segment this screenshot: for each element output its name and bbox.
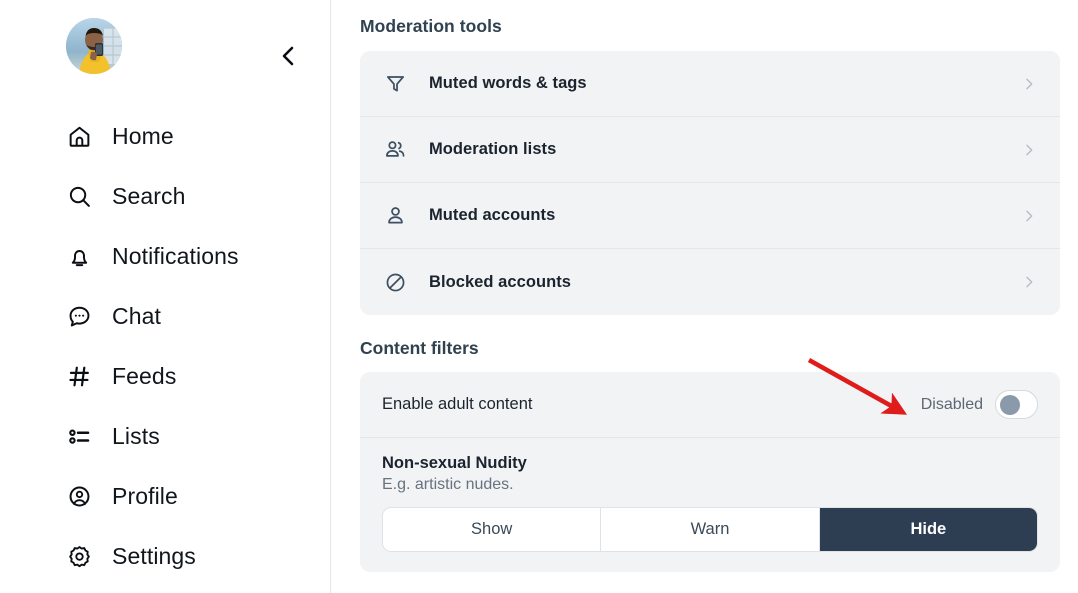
app-root: Home Search Notifications Chat Feeds Lis…	[0, 0, 1078, 593]
sidebar-item-lists[interactable]: Lists	[0, 406, 330, 466]
chevron-left-icon	[282, 46, 294, 66]
chat-bubble-icon	[66, 303, 92, 329]
nudity-option-show[interactable]: Show	[383, 508, 602, 551]
enable-adult-content-row: Enable adult content Disabled	[360, 372, 1060, 438]
bell-icon	[66, 243, 92, 269]
chevron-right-icon	[1020, 273, 1038, 291]
hashtag-icon	[66, 363, 92, 389]
sidebar-collapse-button[interactable]	[274, 42, 302, 70]
sidebar-item-notifications[interactable]: Notifications	[0, 226, 330, 286]
non-sexual-nudity-title: Non-sexual Nudity	[382, 454, 527, 472]
sidebar-item-label: Notifications	[112, 242, 239, 269]
chevron-right-icon	[1020, 75, 1038, 93]
people-icon	[382, 137, 408, 163]
moderation-row-muted-accounts[interactable]: Muted accounts	[360, 183, 1060, 249]
person-icon	[382, 203, 408, 229]
sidebar-item-chat[interactable]: Chat	[0, 286, 330, 346]
moderation-row-moderation-lists[interactable]: Moderation lists	[360, 117, 1060, 183]
sidebar-nav: Home Search Notifications Chat Feeds Lis…	[0, 106, 330, 586]
home-icon	[66, 123, 92, 149]
non-sexual-nudity-block: Non-sexual Nudity E.g. artistic nudes. S…	[360, 438, 1060, 572]
chevron-right-icon	[1020, 207, 1038, 225]
sidebar-item-label: Home	[112, 122, 174, 149]
toggle-knob	[999, 394, 1020, 415]
moderation-tools-card: Muted words & tags Moderation lists Mute…	[360, 51, 1060, 315]
non-sexual-nudity-description: E.g. artistic nudes.	[382, 476, 514, 493]
nudity-option-warn[interactable]: Warn	[601, 508, 820, 551]
moderation-tools-heading: Moderation tools	[360, 16, 502, 36]
sidebar-item-search[interactable]: Search	[0, 166, 330, 226]
moderation-row-label: Muted words & tags	[429, 74, 587, 92]
sidebar-item-label: Lists	[112, 422, 160, 449]
main-content: Moderation tools Muted words & tags Mode…	[331, 0, 1078, 593]
enable-adult-content-label: Enable adult content	[382, 395, 533, 413]
gear-icon	[66, 543, 92, 569]
content-filters-heading: Content filters	[360, 338, 479, 358]
sidebar-item-label: Chat	[112, 302, 161, 329]
nudity-visibility-segmented-control: Show Warn Hide	[382, 507, 1038, 552]
moderation-row-blocked-accounts[interactable]: Blocked accounts	[360, 249, 1060, 315]
search-icon	[66, 183, 92, 209]
sidebar-item-label: Search	[112, 182, 186, 209]
content-filters-card: Enable adult content Disabled Non-sexual…	[360, 372, 1060, 572]
moderation-row-label: Moderation lists	[429, 140, 557, 158]
sidebar-item-feeds[interactable]: Feeds	[0, 346, 330, 406]
moderation-row-label: Blocked accounts	[429, 272, 572, 291]
avatar-image	[66, 18, 122, 74]
avatar[interactable]	[66, 18, 122, 74]
sidebar-item-label: Profile	[112, 482, 178, 509]
sidebar-item-label: Feeds	[112, 362, 177, 389]
chevron-right-icon	[1020, 141, 1038, 159]
sidebar-item-home[interactable]: Home	[0, 106, 330, 166]
sidebar-header	[0, 18, 330, 90]
sidebar-item-label: Settings	[112, 542, 196, 569]
adult-content-toggle[interactable]	[995, 390, 1038, 419]
adult-content-state-text: Disabled	[920, 395, 983, 413]
moderation-row-muted-words[interactable]: Muted words & tags	[360, 51, 1060, 117]
prohibition-icon	[382, 269, 408, 295]
list-icon	[66, 423, 92, 449]
sidebar: Home Search Notifications Chat Feeds Lis…	[0, 0, 331, 593]
moderation-row-label: Muted accounts	[429, 206, 556, 224]
sidebar-item-settings[interactable]: Settings	[0, 526, 330, 586]
nudity-option-hide[interactable]: Hide	[819, 508, 1037, 551]
funnel-icon	[382, 71, 408, 97]
sidebar-item-profile[interactable]: Profile	[0, 466, 330, 526]
user-circle-icon	[66, 483, 92, 509]
